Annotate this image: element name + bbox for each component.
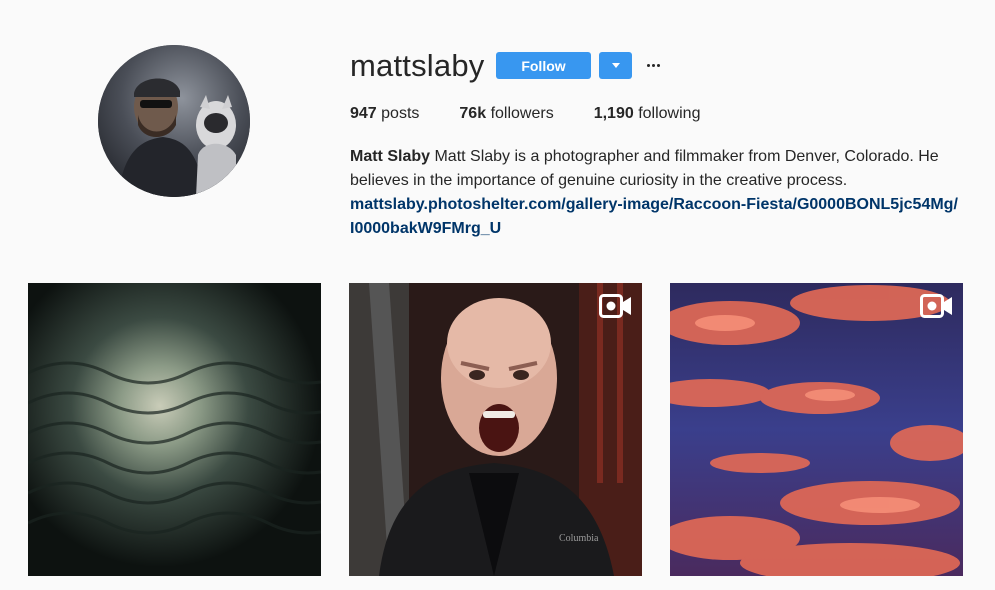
full-name: Matt Slaby — [350, 148, 431, 165]
posts-count: 947 — [350, 105, 377, 122]
followers-count: 76k — [459, 105, 487, 122]
following-stat[interactable]: 1,190 following — [594, 104, 701, 124]
post-grid: Columbia — [28, 283, 963, 576]
profile-page: mattslaby Follow 947 posts 76k followers… — [0, 0, 995, 590]
following-label: following — [638, 105, 701, 122]
post-thumbnail-1[interactable] — [28, 283, 321, 576]
follow-dropdown-button[interactable] — [599, 52, 632, 79]
followers-stat[interactable]: 76k followers — [459, 104, 553, 124]
video-camera-icon — [599, 294, 632, 318]
following-count: 1,190 — [593, 105, 634, 122]
profile-stats: 947 posts 76k followers 1,190 following — [350, 104, 740, 124]
profile-avatar[interactable] — [98, 45, 250, 197]
follow-button[interactable]: Follow — [496, 52, 591, 79]
posts-label: posts — [381, 105, 420, 122]
post-thumbnail-2[interactable]: Columbia — [349, 283, 642, 576]
more-options-button[interactable] — [642, 52, 664, 79]
avatar-image — [98, 45, 250, 197]
video-camera-icon — [920, 294, 953, 318]
profile-bio: Matt Slaby Matt Slaby is a photographer … — [350, 145, 960, 241]
sunset-photo — [670, 283, 963, 576]
followers-label: followers — [490, 105, 554, 122]
jacket-logo: Columbia — [559, 533, 599, 544]
ellipsis-icon — [646, 64, 650, 67]
bio-text: Matt Slaby is a photographer and filmmak… — [350, 148, 939, 189]
cloud-photo — [28, 283, 321, 576]
bio-link[interactable]: mattslaby.photoshelter.com/gallery-image… — [350, 193, 960, 241]
chevron-down-icon — [611, 63, 620, 68]
post-thumbnail-3[interactable] — [670, 283, 963, 576]
profile-username: mattslaby — [350, 48, 485, 83]
portrait-photo: Columbia — [349, 283, 642, 576]
posts-stat: 947 posts — [350, 104, 419, 124]
